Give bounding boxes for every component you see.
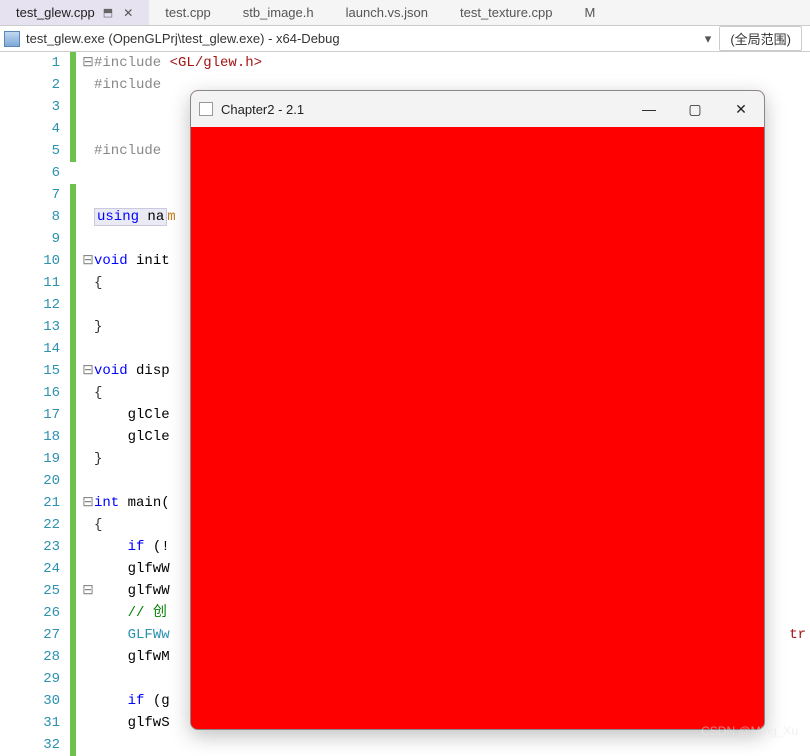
line-number: 29 [0,668,60,690]
fold-icon[interactable] [82,646,94,668]
line-number: 1 [0,52,60,74]
fold-icon[interactable] [82,470,94,492]
fold-icon[interactable]: ⊟ [82,492,94,514]
line-number: 9 [0,228,60,250]
popup-title: Chapter2 - 2.1 [221,102,626,117]
line-number: 7 [0,184,60,206]
fold-icon[interactable] [82,514,94,536]
popup-content [191,127,764,729]
app-icon [199,102,213,116]
line-number: 25 [0,580,60,602]
fold-icon[interactable]: ⊟ [82,250,94,272]
fold-icon[interactable] [82,294,94,316]
line-number: 11 [0,272,60,294]
fold-icon[interactable] [82,426,94,448]
watermark: CSDN @Ming_Xu [701,724,798,738]
fold-icon[interactable] [82,536,94,558]
minimize-button[interactable]: — [626,91,672,127]
close-button[interactable]: ✕ [718,91,764,127]
target-icon [4,31,20,47]
line-number: 23 [0,536,60,558]
line-number: 27 [0,624,60,646]
fold-icon[interactable] [82,690,94,712]
fold-icon[interactable]: ⊟ [82,580,94,602]
line-number: 16 [0,382,60,404]
dropdown-arrow-icon[interactable]: ▾ [705,31,712,47]
fold-icon[interactable] [82,404,94,426]
maximize-button[interactable]: ▢ [672,91,718,127]
tab-more[interactable]: M [569,0,612,25]
line-number-gutter: 1234567891011121314151617181920212223242… [0,52,70,744]
fold-icon[interactable] [82,712,94,734]
tab-launch-json[interactable]: launch.vs.json [330,0,444,25]
line-number: 31 [0,712,60,734]
fold-icon[interactable] [82,206,94,228]
fold-icon[interactable] [82,140,94,162]
fold-icon[interactable] [82,558,94,580]
fold-icon[interactable]: ⊟ [82,360,94,382]
build-target-label[interactable]: test_glew.exe (OpenGLPrj\test_glew.exe) … [26,31,340,46]
close-icon[interactable]: ✕ [123,6,133,20]
line-number: 22 [0,514,60,536]
line-number: 24 [0,558,60,580]
line-number: 19 [0,448,60,470]
line-number: 21 [0,492,60,514]
line-number: 13 [0,316,60,338]
line-number: 28 [0,646,60,668]
fold-icon[interactable] [82,118,94,140]
tab-test-cpp[interactable]: test.cpp [149,0,227,25]
info-bar: test_glew.exe (OpenGLPrj\test_glew.exe) … [0,26,810,52]
tabs-bar: test_glew.cpp ⬒ ✕ test.cpp stb_image.h l… [0,0,810,26]
fold-icon[interactable] [82,74,94,96]
line-number: 8 [0,206,60,228]
line-number: 18 [0,426,60,448]
line-number: 6 [0,162,60,184]
tab-stb-image[interactable]: stb_image.h [227,0,330,25]
line-number: 17 [0,404,60,426]
line-number: 26 [0,602,60,624]
line-number: 14 [0,338,60,360]
fold-icon[interactable] [82,668,94,690]
fold-icon[interactable] [82,272,94,294]
line-number: 30 [0,690,60,712]
line-number: 10 [0,250,60,272]
fold-icon[interactable] [82,734,94,756]
scope-selector[interactable]: (全局范围) [719,26,802,51]
popup-titlebar[interactable]: Chapter2 - 2.1 — ▢ ✕ [191,91,764,127]
line-number: 4 [0,118,60,140]
fold-icon[interactable] [82,162,94,184]
fold-icon[interactable] [82,448,94,470]
fold-icon[interactable] [82,602,94,624]
fold-icon[interactable]: ⊟ [82,52,94,74]
opengl-output-window: Chapter2 - 2.1 — ▢ ✕ [190,90,765,730]
fold-icon[interactable] [82,316,94,338]
fold-icon[interactable] [82,382,94,404]
line-number: 20 [0,470,60,492]
tab-label: test_glew.cpp [16,5,95,20]
pin-icon[interactable]: ⬒ [103,6,113,19]
fold-icon[interactable] [82,624,94,646]
line-number: 3 [0,96,60,118]
tab-test-texture[interactable]: test_texture.cpp [444,0,569,25]
fold-icon[interactable] [82,184,94,206]
tab-test-glew[interactable]: test_glew.cpp ⬒ ✕ [0,0,149,25]
line-number: 2 [0,74,60,96]
fold-icon[interactable] [82,228,94,250]
code-line[interactable]: ⊟#include <GL/glew.h> [82,52,810,74]
line-number: 5 [0,140,60,162]
fold-icon[interactable] [82,96,94,118]
line-number: 12 [0,294,60,316]
line-number: 32 [0,734,60,756]
fold-icon[interactable] [82,338,94,360]
line-number: 15 [0,360,60,382]
